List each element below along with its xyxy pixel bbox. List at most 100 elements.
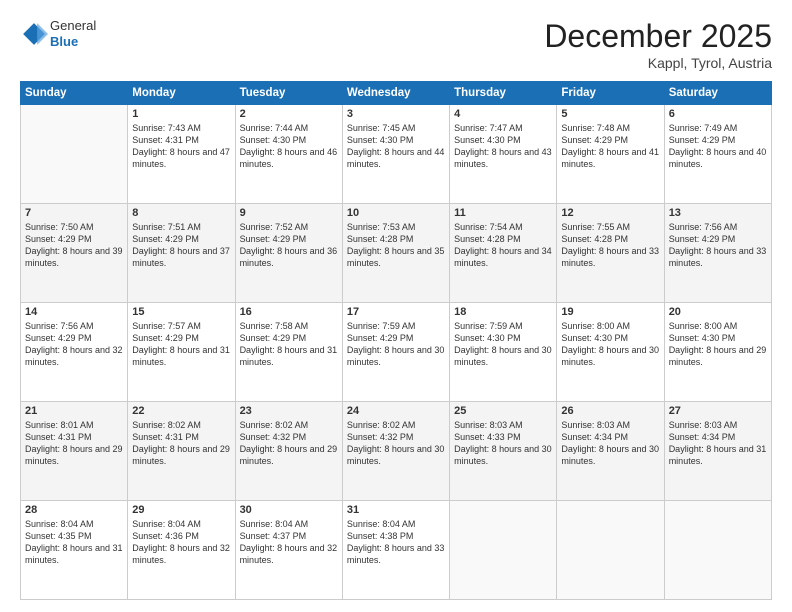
day-number: 4	[454, 108, 552, 120]
day-number: 10	[347, 207, 445, 219]
day-number: 7	[25, 207, 123, 219]
cell-info: Sunrise: 7:52 AMSunset: 4:29 PMDaylight:…	[240, 222, 338, 268]
calendar-cell: 7 Sunrise: 7:50 AMSunset: 4:29 PMDaylight…	[21, 204, 128, 303]
logo-blue: Blue	[50, 34, 96, 50]
cell-info: Sunrise: 8:02 AMSunset: 4:32 PMDaylight:…	[240, 420, 338, 466]
calendar-cell: 4 Sunrise: 7:47 AMSunset: 4:30 PMDaylight…	[450, 105, 557, 204]
cell-info: Sunrise: 8:04 AMSunset: 4:37 PMDaylight:…	[240, 519, 338, 565]
calendar-cell: 12 Sunrise: 7:55 AMSunset: 4:28 PMDayligh…	[557, 204, 664, 303]
calendar-header-monday: Monday	[128, 82, 235, 105]
cell-info: Sunrise: 7:49 AMSunset: 4:29 PMDaylight:…	[669, 123, 767, 169]
logo-text: General Blue	[50, 18, 96, 49]
calendar-cell: 23 Sunrise: 8:02 AMSunset: 4:32 PMDayligh…	[235, 402, 342, 501]
title-block: December 2025 Kappl, Tyrol, Austria	[544, 18, 772, 71]
day-number: 16	[240, 306, 338, 318]
calendar-cell: 11Sunrise: 7:54 AMSunset: 4:28 PMDayligh…	[450, 204, 557, 303]
day-number: 3	[347, 108, 445, 120]
cell-info: Sunrise: 7:50 AMSunset: 4:29 PMDaylight:…	[25, 222, 123, 268]
cell-info: Sunrise: 8:00 AMSunset: 4:30 PMDaylight:…	[561, 321, 659, 367]
day-number: 6	[669, 108, 767, 120]
calendar-cell: 16 Sunrise: 7:58 AMSunset: 4:29 PMDayligh…	[235, 303, 342, 402]
calendar-cell: 1 Sunrise: 7:43 AMSunset: 4:31 PMDaylight…	[128, 105, 235, 204]
day-number: 19	[561, 306, 659, 318]
cell-info: Sunrise: 7:47 AMSunset: 4:30 PMDaylight:…	[454, 123, 552, 169]
cell-info: Sunrise: 7:58 AMSunset: 4:29 PMDaylight:…	[240, 321, 338, 367]
day-number: 2	[240, 108, 338, 120]
day-number: 25	[454, 405, 552, 417]
calendar-week-1: 1 Sunrise: 7:43 AMSunset: 4:31 PMDaylight…	[21, 105, 772, 204]
logo: General Blue	[20, 18, 96, 49]
calendar-cell: 5 Sunrise: 7:48 AMSunset: 4:29 PMDaylight…	[557, 105, 664, 204]
cell-info: Sunrise: 8:00 AMSunset: 4:30 PMDaylight:…	[669, 321, 767, 367]
calendar-cell	[664, 501, 771, 600]
day-number: 23	[240, 405, 338, 417]
cell-info: Sunrise: 7:59 AMSunset: 4:30 PMDaylight:…	[454, 321, 552, 367]
calendar-cell: 22Sunrise: 8:02 AMSunset: 4:31 PMDayligh…	[128, 402, 235, 501]
cell-info: Sunrise: 8:04 AMSunset: 4:35 PMDaylight:…	[25, 519, 123, 565]
cell-info: Sunrise: 7:56 AMSunset: 4:29 PMDaylight:…	[669, 222, 767, 268]
calendar-cell: 24 Sunrise: 8:02 AMSunset: 4:32 PMDayligh…	[342, 402, 449, 501]
header: General Blue December 2025 Kappl, Tyrol,…	[20, 18, 772, 71]
day-number: 13	[669, 207, 767, 219]
day-number: 28	[25, 504, 123, 516]
cell-info: Sunrise: 7:43 AMSunset: 4:31 PMDaylight:…	[132, 123, 230, 169]
calendar-header-row: SundayMondayTuesdayWednesdayThursdayFrid…	[21, 82, 772, 105]
calendar-cell: 21 Sunrise: 8:01 AMSunset: 4:31 PMDayligh…	[21, 402, 128, 501]
cell-info: Sunrise: 7:56 AMSunset: 4:29 PMDaylight:…	[25, 321, 123, 367]
calendar-cell	[450, 501, 557, 600]
day-number: 15	[132, 306, 230, 318]
cell-info: Sunrise: 7:55 AMSunset: 4:28 PMDaylight:…	[561, 222, 659, 268]
day-number: 24	[347, 405, 445, 417]
day-number: 27	[669, 405, 767, 417]
cell-info: Sunrise: 7:48 AMSunset: 4:29 PMDaylight:…	[561, 123, 659, 169]
cell-info: Sunrise: 8:04 AMSunset: 4:38 PMDaylight:…	[347, 519, 445, 565]
calendar-cell: 8Sunrise: 7:51 AMSunset: 4:29 PMDaylight…	[128, 204, 235, 303]
calendar-cell: 31 Sunrise: 8:04 AMSunset: 4:38 PMDayligh…	[342, 501, 449, 600]
cell-info: Sunrise: 8:01 AMSunset: 4:31 PMDaylight:…	[25, 420, 123, 466]
cell-info: Sunrise: 7:59 AMSunset: 4:29 PMDaylight:…	[347, 321, 445, 367]
calendar-cell: 26Sunrise: 8:03 AMSunset: 4:34 PMDayligh…	[557, 402, 664, 501]
calendar-cell: 9 Sunrise: 7:52 AMSunset: 4:29 PMDaylight…	[235, 204, 342, 303]
day-number: 8	[132, 207, 230, 219]
calendar-cell: 19 Sunrise: 8:00 AMSunset: 4:30 PMDayligh…	[557, 303, 664, 402]
calendar-week-2: 7 Sunrise: 7:50 AMSunset: 4:29 PMDaylight…	[21, 204, 772, 303]
day-number: 5	[561, 108, 659, 120]
day-number: 30	[240, 504, 338, 516]
calendar-cell	[21, 105, 128, 204]
logo-icon	[20, 20, 48, 48]
calendar-week-4: 21 Sunrise: 8:01 AMSunset: 4:31 PMDayligh…	[21, 402, 772, 501]
calendar-header-tuesday: Tuesday	[235, 82, 342, 105]
day-number: 14	[25, 306, 123, 318]
calendar-header-thursday: Thursday	[450, 82, 557, 105]
calendar-cell: 28 Sunrise: 8:04 AMSunset: 4:35 PMDayligh…	[21, 501, 128, 600]
day-number: 31	[347, 504, 445, 516]
calendar-week-3: 14 Sunrise: 7:56 AMSunset: 4:29 PMDayligh…	[21, 303, 772, 402]
calendar-cell: 30 Sunrise: 8:04 AMSunset: 4:37 PMDayligh…	[235, 501, 342, 600]
day-number: 17	[347, 306, 445, 318]
day-number: 20	[669, 306, 767, 318]
calendar-cell: 2Sunrise: 7:44 AMSunset: 4:30 PMDaylight…	[235, 105, 342, 204]
cell-info: Sunrise: 8:04 AMSunset: 4:36 PMDaylight:…	[132, 519, 230, 565]
day-number: 18	[454, 306, 552, 318]
page: General Blue December 2025 Kappl, Tyrol,…	[0, 0, 792, 612]
calendar-cell: 29 Sunrise: 8:04 AMSunset: 4:36 PMDayligh…	[128, 501, 235, 600]
calendar-cell: 20 Sunrise: 8:00 AMSunset: 4:30 PMDayligh…	[664, 303, 771, 402]
calendar-table: SundayMondayTuesdayWednesdayThursdayFrid…	[20, 81, 772, 600]
calendar-cell: 3Sunrise: 7:45 AMSunset: 4:30 PMDaylight…	[342, 105, 449, 204]
day-number: 29	[132, 504, 230, 516]
calendar-cell	[557, 501, 664, 600]
cell-info: Sunrise: 8:03 AMSunset: 4:34 PMDaylight:…	[561, 420, 659, 466]
day-number: 12	[561, 207, 659, 219]
calendar-cell: 10Sunrise: 7:53 AMSunset: 4:28 PMDayligh…	[342, 204, 449, 303]
day-number: 9	[240, 207, 338, 219]
calendar-header-friday: Friday	[557, 82, 664, 105]
calendar-cell: 15Sunrise: 7:57 AMSunset: 4:29 PMDayligh…	[128, 303, 235, 402]
cell-info: Sunrise: 8:02 AMSunset: 4:31 PMDaylight:…	[132, 420, 230, 466]
day-number: 1	[132, 108, 230, 120]
day-number: 21	[25, 405, 123, 417]
calendar-cell: 6 Sunrise: 7:49 AMSunset: 4:29 PMDaylight…	[664, 105, 771, 204]
cell-info: Sunrise: 8:02 AMSunset: 4:32 PMDaylight:…	[347, 420, 445, 466]
calendar-cell: 27Sunrise: 8:03 AMSunset: 4:34 PMDayligh…	[664, 402, 771, 501]
cell-info: Sunrise: 7:54 AMSunset: 4:28 PMDaylight:…	[454, 222, 552, 268]
calendar-cell: 13 Sunrise: 7:56 AMSunset: 4:29 PMDayligh…	[664, 204, 771, 303]
